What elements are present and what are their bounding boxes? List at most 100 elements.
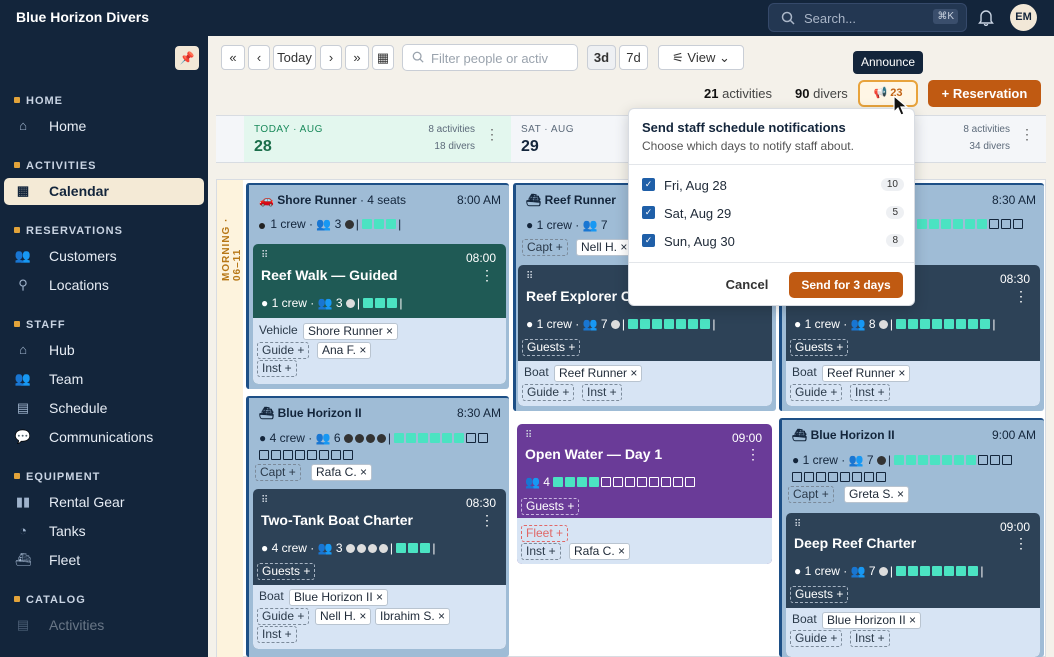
drag-handle-icon[interactable]: ⠿	[526, 271, 533, 282]
vehicle-chip[interactable]: Shore Runner ×	[303, 323, 399, 340]
activity-reef-walk[interactable]: ⠿ 08:00 Reef Walk — Guided ⋮ ● 1 crew · …	[253, 244, 506, 384]
chevron-down-icon: ⌄	[715, 50, 730, 65]
kebab-icon[interactable]: ⋮	[485, 126, 499, 143]
add-fleet-chip[interactable]: Fleet +	[521, 525, 569, 542]
day-option[interactable]: ✓ Sun, Aug 30 8	[642, 232, 904, 252]
activity-deep-reef[interactable]: ⠿ 09:00 Deep Reef Charter ⋮ ● 1 crew · 👥…	[786, 513, 1040, 657]
checkbox-checked-icon[interactable]: ✓	[642, 178, 655, 191]
day-option[interactable]: ✓ Fri, Aug 28 10	[642, 176, 904, 196]
view-menu-button[interactable]: ⚟ View ⌄	[658, 45, 744, 70]
send-button[interactable]: Send for 3 days	[789, 272, 903, 298]
add-captain-chip[interactable]: Capt +	[522, 239, 568, 256]
add-guide-chip[interactable]: Guide +	[522, 384, 575, 401]
clipboard-icon: ▤	[16, 400, 30, 415]
prev-button[interactable]: ‹	[248, 45, 270, 70]
plus-icon: +	[941, 86, 953, 101]
add-inst-chip[interactable]: Inst +	[582, 384, 622, 401]
add-guide-chip[interactable]: Guide +	[257, 342, 310, 359]
sidebar-item-fleet[interactable]: ⛴ Fleet	[4, 547, 204, 574]
guide-chip[interactable]: Ibrahim S. ×	[375, 608, 451, 625]
search-input[interactable]: Search... ⌘K	[768, 3, 967, 32]
sidebar-item-home[interactable]: ⌂ Home	[4, 113, 204, 140]
sidebar-item-customers[interactable]: 👥 Customers	[4, 243, 204, 270]
captain-chip[interactable]: Greta S. ×	[844, 486, 910, 503]
section-catalog: CATALOG	[14, 594, 86, 606]
checkbox-checked-icon[interactable]: ✓	[642, 206, 655, 219]
boat-chip[interactable]: Blue Horizon II ×	[289, 589, 389, 606]
drag-handle-icon[interactable]: ⠿	[525, 430, 532, 441]
guide-chip[interactable]: Ana F. ×	[317, 342, 372, 359]
calendar-icon: ▦	[376, 50, 390, 65]
megaphone-icon: 📢	[873, 87, 891, 99]
jump-back-button[interactable]: «	[221, 45, 245, 70]
activity-open-water[interactable]: ⠿ 09:00 Open Water — Day 1 ⋮ 👥 4 Guests …	[517, 424, 772, 564]
add-captain-chip[interactable]: Capt +	[255, 464, 301, 481]
boat-chip[interactable]: Reef Runner ×	[822, 365, 911, 382]
jump-forward-button[interactable]: »	[345, 45, 369, 70]
filter-input[interactable]: Filter people or activ	[402, 44, 578, 71]
add-reservation-button[interactable]: + Reservation	[928, 80, 1041, 107]
sidebar-item-schedule[interactable]: ▤ Schedule	[4, 395, 204, 422]
add-guide-chip[interactable]: Guide +	[257, 608, 310, 625]
day-option[interactable]: ✓ Sat, Aug 29 5	[642, 204, 904, 224]
people-icon: 👥	[14, 371, 32, 386]
announce-button[interactable]: 📢 23	[858, 80, 918, 107]
add-guests-chip[interactable]: Guests +	[257, 563, 316, 580]
view-3d-button[interactable]: 3d	[587, 45, 616, 70]
add-inst-chip[interactable]: Inst +	[521, 543, 561, 560]
add-captain-chip[interactable]: Capt +	[788, 486, 834, 503]
add-guests-chip[interactable]: Guests +	[790, 586, 849, 603]
top-bar: Blue Horizon Divers Search... ⌘K EM	[0, 0, 1054, 36]
sidebar-item-locations[interactable]: ⚲ Locations	[4, 272, 204, 299]
cancel-button[interactable]: Cancel	[718, 272, 776, 298]
section-staff: STAFF	[14, 319, 66, 331]
add-guests-chip[interactable]: Guests +	[790, 339, 849, 356]
boat-chip[interactable]: Reef Runner ×	[554, 365, 643, 382]
search-icon	[412, 51, 424, 66]
tank-icon: ▮▮	[15, 494, 31, 509]
add-inst-chip[interactable]: Inst +	[850, 384, 890, 401]
captain-chip[interactable]: Nell H. ×	[576, 239, 633, 256]
sidebar-item-hub[interactable]: ⌂ Hub	[4, 337, 204, 364]
sidebar-item-activities[interactable]: ▤ Activities	[4, 612, 204, 639]
sidebar-item-calendar[interactable]: ▦ Calendar	[4, 178, 204, 205]
activity-two-tank[interactable]: ⠿ 08:30 Two-Tank Boat Charter ⋮ ● 4 crew…	[253, 489, 506, 649]
kebab-icon[interactable]: ⋮	[1014, 288, 1028, 305]
add-guests-chip[interactable]: Guests +	[521, 498, 580, 515]
today-button[interactable]: Today	[273, 45, 316, 70]
captain-chip[interactable]: Rafa C. ×	[311, 464, 373, 481]
instructor-chip[interactable]: Rafa C. ×	[569, 543, 631, 560]
sidebar-item-communications[interactable]: 💬 Communications	[4, 424, 204, 451]
search-icon	[781, 11, 795, 28]
calendar-icon: ▦	[16, 183, 30, 198]
sidebar-item-tanks[interactable]: ◔ Tanks	[4, 518, 204, 545]
drag-handle-icon[interactable]: ⠿	[261, 495, 268, 506]
kebab-icon[interactable]: ⋮	[746, 446, 760, 463]
kebab-icon[interactable]: ⋮	[480, 267, 494, 284]
add-guide-chip[interactable]: Guide +	[790, 630, 843, 647]
bell-icon[interactable]	[978, 8, 994, 29]
cursor-icon	[893, 94, 909, 120]
next-button[interactable]: ›	[320, 45, 342, 70]
kebab-icon[interactable]: ⋮	[480, 512, 494, 529]
view-7d-button[interactable]: 7d	[619, 45, 648, 70]
section-equipment: EQUIPMENT	[14, 471, 100, 483]
add-guests-chip[interactable]: Guests +	[522, 339, 581, 356]
kebab-icon[interactable]: ⋮	[1020, 126, 1034, 143]
guide-chip[interactable]: Nell H. ×	[315, 608, 372, 625]
drag-handle-icon[interactable]: ⠿	[261, 250, 268, 261]
pin-icon[interactable]: 📌	[175, 46, 199, 70]
avatar[interactable]: EM	[1010, 4, 1037, 31]
add-inst-chip[interactable]: Inst +	[257, 360, 297, 377]
add-inst-chip[interactable]: Inst +	[257, 626, 297, 643]
kebab-icon[interactable]: ⋮	[1014, 535, 1028, 552]
checkbox-checked-icon[interactable]: ✓	[642, 234, 655, 247]
calendar-picker-button[interactable]: ▦	[372, 45, 394, 70]
drag-handle-icon[interactable]: ⠿	[794, 519, 801, 530]
add-guide-chip[interactable]: Guide +	[790, 384, 843, 401]
day-header-gutter	[216, 115, 244, 163]
sidebar-item-team[interactable]: 👥 Team	[4, 366, 204, 393]
boat-chip[interactable]: Blue Horizon II ×	[822, 612, 922, 629]
sidebar-item-rental-gear[interactable]: ▮▮ Rental Gear	[4, 489, 204, 516]
add-inst-chip[interactable]: Inst +	[850, 630, 890, 647]
